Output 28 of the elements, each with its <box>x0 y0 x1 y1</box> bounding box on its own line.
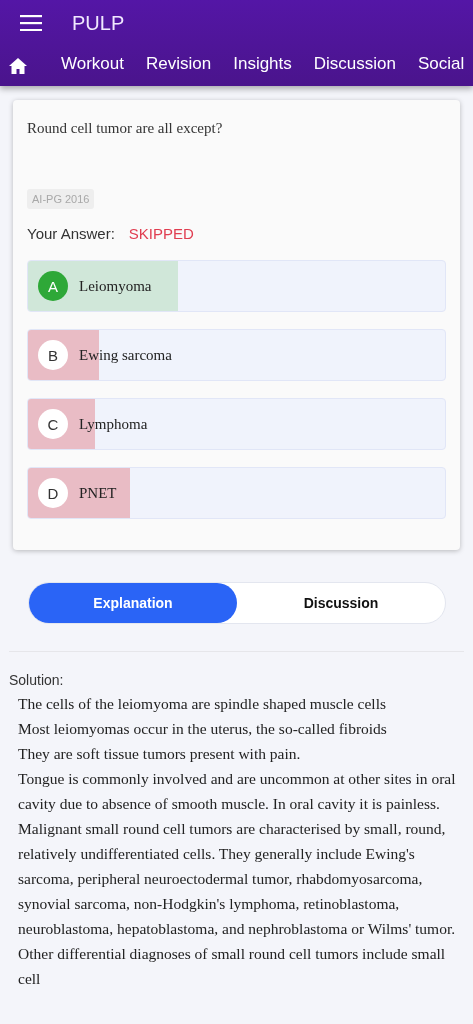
solution-paragraph: They are soft tissue tumors present with pain. <box>17 744 302 764</box>
answer-option[interactable]: D PNET <box>27 467 446 519</box>
option-text: Leiomyoma <box>79 277 152 295</box>
segment-tab[interactable]: Explanation <box>29 583 237 623</box>
answer-label: Your Answer: <box>27 225 115 242</box>
answer-option[interactable]: C Lymphoma <box>27 398 446 450</box>
answer-option[interactable]: B Ewing sarcoma <box>27 329 446 381</box>
nav-tab[interactable]: Workout <box>61 54 124 78</box>
option-text: PNET <box>79 484 117 502</box>
exam-tag: AI-PG 2016 <box>27 189 95 209</box>
solution-heading: Solution: <box>9 672 65 688</box>
option-text: Ewing sarcoma <box>79 346 172 364</box>
nav-tab[interactable]: Revision <box>146 54 212 78</box>
app-title: PULP <box>72 11 125 35</box>
solution-paragraph: Malignant small round cell tumors are characterised by small, round, relatively undifferentiated cells. They generally include Ewing's sarcoma, peripheral neuroectodermal tumor, rhabdomyosarcoma, synovial sarcoma, non-Hodgkin's lymphoma, retinoblastoma, neuroblastoma, hepatoblastoma, and nephroblastoma or Wilms' tumor. Other differential diagnoses of small round cell tumors include small cell <box>17 819 457 989</box>
nav-tab[interactable]: Insights <box>233 54 292 78</box>
home-icon[interactable] <box>9 58 27 74</box>
answer-option[interactable]: A Leiomyoma <box>27 260 446 312</box>
solution-paragraph: The cells of the leiomyoma are spindle shaped muscle cells <box>17 694 387 714</box>
solution-paragraph: Most leiomyomas occur in the uterus, the so-called fibroids <box>17 719 388 739</box>
nav-tab[interactable]: Discussion <box>313 54 396 78</box>
nav-tab[interactable]: Social <box>418 54 465 78</box>
option-text: Lymphoma <box>79 415 148 433</box>
segment-tab[interactable]: Discussion <box>237 583 445 623</box>
menu-icon[interactable] <box>20 15 42 31</box>
solution-paragraph: Tongue is commonly involved and are uncommon at other sites in oral cavity due to absence of smooth muscle. In oral cavity it is painless. <box>17 769 457 814</box>
answer-status: SKIPPED <box>128 225 194 242</box>
question-text: Round cell tumor are all except? <box>27 120 224 137</box>
